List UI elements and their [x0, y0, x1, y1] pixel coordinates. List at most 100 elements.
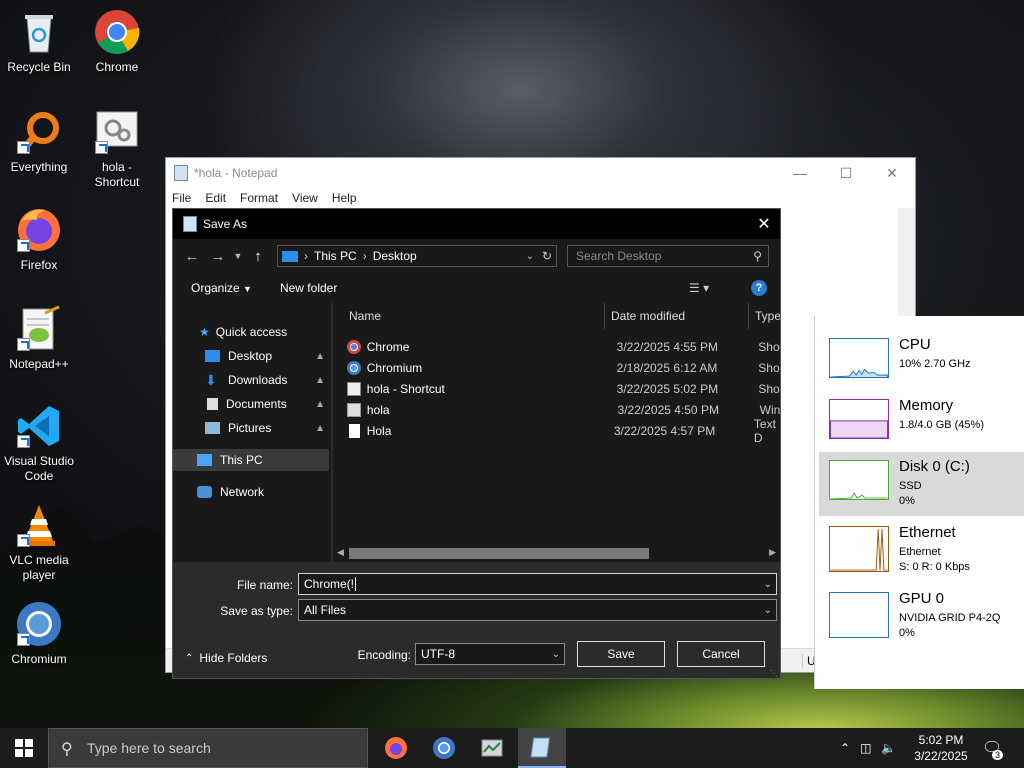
forward-arrow-icon[interactable]: →	[205, 248, 231, 265]
column-header-type[interactable]: Type	[749, 303, 780, 329]
save-as-type-select[interactable]: All Files ⌄	[298, 599, 777, 621]
nav-quick-access[interactable]: ★ Quick access	[199, 325, 287, 339]
nav-item-pictures[interactable]: Pictures ▲	[205, 421, 329, 435]
breadcrumb-this-pc[interactable]: This PC	[314, 249, 357, 263]
nav-network[interactable]: Network	[197, 485, 264, 499]
close-button[interactable]: ✕	[869, 158, 915, 188]
perf-item-memory[interactable]: Memory 1.8/4.0 GB (45%)	[819, 391, 1024, 455]
address-bar[interactable]: › This PC › Desktop ⌄ ↻	[277, 245, 557, 267]
scroll-right-icon[interactable]: ▶	[769, 547, 776, 558]
search-desktop-input[interactable]: Search Desktop ⚲	[567, 245, 769, 267]
start-button[interactable]	[0, 728, 48, 768]
desktop-icon-vscode[interactable]: Visual Studio Code	[3, 402, 75, 484]
file-date: 3/22/2025 4:57 PM	[613, 423, 716, 438]
clock-time: 5:02 PM	[918, 733, 964, 747]
nav-item-desktop[interactable]: Desktop ▲	[205, 349, 329, 363]
file-row[interactable]: Chrome 3/22/2025 4:55 PM Short	[347, 336, 780, 357]
address-dropdown-icon[interactable]: ⌄	[526, 251, 534, 262]
desktop-icon-recycle-bin[interactable]: Recycle Bin	[3, 8, 75, 75]
new-folder-button[interactable]: New folder	[280, 281, 337, 295]
minimize-button[interactable]: —	[777, 158, 823, 188]
network-icon[interactable]: ◫	[860, 741, 871, 755]
chrome-icon	[347, 339, 361, 354]
file-row[interactable]: Chromium 2/18/2025 6:12 AM Short	[347, 357, 780, 378]
scroll-left-icon[interactable]: ◀	[337, 547, 344, 558]
vlc-icon	[15, 501, 63, 549]
file-row[interactable]: hola - Shortcut 3/22/2025 5:02 PM Short	[347, 378, 780, 399]
up-arrow-icon[interactable]: ↑	[245, 248, 271, 265]
cpu-graph	[829, 338, 889, 378]
file-list-horizontal-scrollbar[interactable]: ◀ ▶	[333, 545, 780, 562]
desktop-icon-chrome[interactable]: Chrome	[81, 8, 153, 75]
desktop-icon-hola-shortcut[interactable]: hola - Shortcut	[81, 108, 153, 190]
organize-button[interactable]: Organize ▼	[191, 281, 252, 295]
perf-item-ethernet[interactable]: Ethernet Ethernet S: 0 R: 0 Kbps	[819, 518, 1024, 582]
maximize-button[interactable]: ☐	[823, 158, 869, 188]
cancel-button-label: Cancel	[702, 647, 740, 661]
chevron-down-icon[interactable]: ⌄	[764, 579, 772, 590]
nav-label: Quick access	[215, 325, 288, 339]
file-row[interactable]: hola 3/22/2025 4:50 PM Wind	[347, 399, 780, 420]
taskbar-chromium[interactable]	[420, 728, 468, 768]
dialog-close-button[interactable]: ✕	[748, 209, 780, 239]
column-header-date[interactable]: Date modified	[605, 303, 749, 329]
desktop-icon-notepadpp[interactable]: Notepad++	[3, 305, 75, 372]
breadcrumb-desktop[interactable]: Desktop	[373, 249, 417, 263]
nav-item-documents[interactable]: Documents ▲	[205, 397, 329, 411]
text-file-icon	[349, 423, 360, 438]
taskbar-firefox[interactable]	[372, 728, 420, 768]
nav-this-pc[interactable]: This PC	[173, 449, 329, 471]
desktop-icon-label: Chrome	[95, 60, 139, 74]
taskbar-notepad[interactable]	[518, 728, 566, 768]
desktop-icon-chromium[interactable]: Chromium	[3, 600, 75, 667]
chevron-down-icon[interactable]: ⌄	[764, 605, 772, 616]
encoding-select[interactable]: UTF-8 ⌄	[415, 643, 565, 665]
perf-name: Disk 0 (C:)	[899, 458, 970, 475]
desktop-icon-label: VLC media player	[9, 553, 69, 582]
dialog-title-bar[interactable]: Save As	[173, 209, 780, 239]
cancel-button[interactable]: Cancel	[677, 641, 765, 667]
taskbar-search-box[interactable]: ⚲ Type here to search	[48, 728, 368, 768]
show-hidden-icons-chevron-icon[interactable]: ⌃	[840, 741, 850, 755]
breadcrumb-chevron-icon: ›	[362, 249, 367, 263]
hide-folders-button[interactable]: ⌃ Hide Folders	[185, 651, 267, 665]
perf-item-cpu[interactable]: CPU 10% 2.70 GHz	[819, 330, 1024, 394]
notification-center-button[interactable]: 🗨 3	[982, 728, 1004, 768]
help-icon[interactable]: ?	[751, 280, 767, 296]
taskbar: ⚲ Type here to search ⌃ ◫ 🔈 5:02 PM 3/22…	[0, 728, 1024, 768]
nav-label: Network	[220, 485, 265, 499]
task-manager-icon	[481, 739, 503, 757]
perf-usage: 0%	[899, 495, 915, 507]
desktop-icon-firefox[interactable]: Firefox	[3, 206, 75, 273]
file-date: 2/18/2025 6:12 AM	[616, 360, 718, 375]
notification-count-badge: 3	[992, 750, 1004, 760]
firefox-icon	[15, 206, 63, 254]
menu-help[interactable]: Help	[332, 191, 357, 205]
file-row[interactable]: Hola 3/22/2025 4:57 PM Text D	[347, 417, 780, 445]
perf-item-gpu[interactable]: GPU 0 NVIDIA GRID P4-2Q 0%	[819, 584, 1024, 648]
change-view-icon[interactable]: ☰ ▾	[689, 281, 709, 295]
taskbar-task-manager[interactable]	[468, 728, 516, 768]
menu-edit[interactable]: Edit	[205, 191, 226, 205]
taskbar-clock[interactable]: 5:02 PM 3/22/2025	[906, 732, 976, 764]
scrollbar-thumb[interactable]	[349, 548, 649, 559]
column-header-name[interactable]: Name	[343, 303, 605, 329]
dialog-title: Save As	[203, 217, 248, 231]
menu-format[interactable]: Format	[240, 191, 278, 205]
perf-name: Ethernet	[899, 524, 956, 541]
save-button[interactable]: Save	[577, 641, 665, 667]
desktop-icon-vlc[interactable]: VLC media player	[3, 501, 75, 583]
volume-muted-icon[interactable]: 🔈	[881, 741, 896, 755]
menu-file[interactable]: File	[172, 191, 191, 205]
chevron-down-icon[interactable]: ⌄	[552, 649, 560, 660]
gears-shortcut-icon	[347, 381, 361, 396]
desktop-icon-everything[interactable]: Everything	[3, 108, 75, 175]
menu-view[interactable]: View	[292, 191, 318, 205]
recent-locations-chevron-icon[interactable]: ▼	[231, 251, 245, 261]
refresh-icon[interactable]: ↻	[542, 249, 552, 263]
file-name-input[interactable]: Chrome(! ⌄	[298, 573, 777, 595]
back-arrow-icon[interactable]: ←	[179, 248, 205, 265]
resize-grip-icon[interactable]: ⋱	[770, 669, 778, 678]
nav-item-downloads[interactable]: ⬇ Downloads ▲	[205, 373, 329, 387]
perf-item-disk[interactable]: Disk 0 (C:) SSD 0%	[819, 452, 1024, 516]
